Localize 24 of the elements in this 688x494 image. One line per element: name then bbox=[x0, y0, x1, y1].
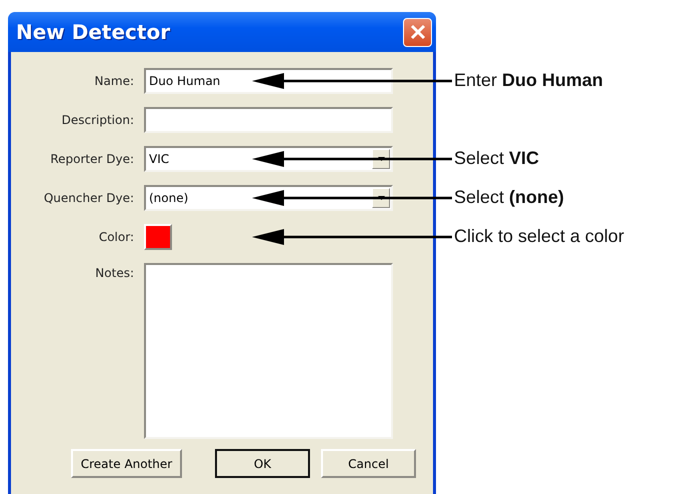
close-button[interactable] bbox=[403, 18, 432, 46]
dialog-button[interactable]: Create Another bbox=[71, 449, 182, 478]
color-swatch-button[interactable] bbox=[144, 224, 172, 250]
field-label: Color: bbox=[98, 230, 134, 244]
field-label: Name: bbox=[94, 74, 134, 88]
dropdown-field[interactable]: (none) bbox=[144, 185, 393, 211]
field-label: Reporter Dye: bbox=[49, 152, 134, 166]
caret-icon bbox=[378, 157, 384, 161]
field-label: Quencher Dye: bbox=[42, 191, 134, 205]
notes-field[interactable] bbox=[144, 263, 393, 439]
field-label: Description: bbox=[60, 113, 134, 127]
dropdown-field[interactable]: VIC bbox=[144, 146, 393, 172]
field-label: Notes: bbox=[94, 265, 134, 280]
callout-text: Enter Duo Human bbox=[454, 70, 604, 91]
close-icon bbox=[408, 23, 426, 41]
callout-text: Select VIC bbox=[454, 148, 540, 169]
dialog-button[interactable]: Cancel bbox=[321, 449, 416, 478]
callout-text: Select (none) bbox=[454, 187, 564, 208]
callout-text: Click to select a color bbox=[454, 226, 624, 247]
text-field[interactable] bbox=[144, 107, 393, 133]
text-field[interactable]: Duo Human bbox=[144, 68, 393, 94]
caret-icon bbox=[378, 196, 384, 200]
window-title: New Detector bbox=[16, 20, 170, 44]
dialog-button[interactable]: OK bbox=[215, 449, 310, 478]
